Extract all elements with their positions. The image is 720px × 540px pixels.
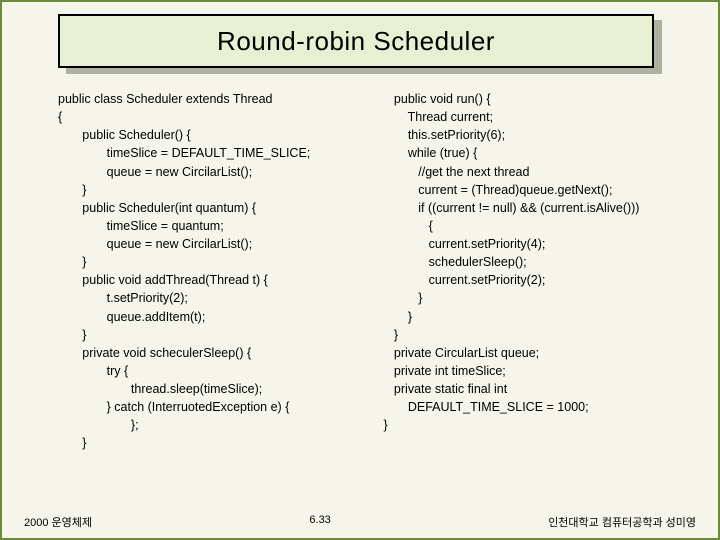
code-column-left: public class Scheduler extends Thread { … bbox=[58, 90, 384, 494]
footer-center: 6.33 bbox=[309, 514, 330, 530]
title-box: Round-robin Scheduler bbox=[58, 14, 654, 68]
slide-frame: Round-robin Scheduler public class Sched… bbox=[0, 0, 720, 540]
footer-left: 2000 운영체제 bbox=[24, 514, 92, 530]
title-text: Round-robin Scheduler bbox=[217, 26, 495, 56]
footer: 2000 운영체제 6.33 인천대학교 컴퓨터공학과 성미영 bbox=[24, 514, 696, 530]
code-column-right: public void run() { Thread current; this… bbox=[384, 90, 684, 494]
code-content: public class Scheduler extends Thread { … bbox=[58, 90, 684, 494]
footer-right: 인천대학교 컴퓨터공학과 성미영 bbox=[548, 514, 696, 530]
